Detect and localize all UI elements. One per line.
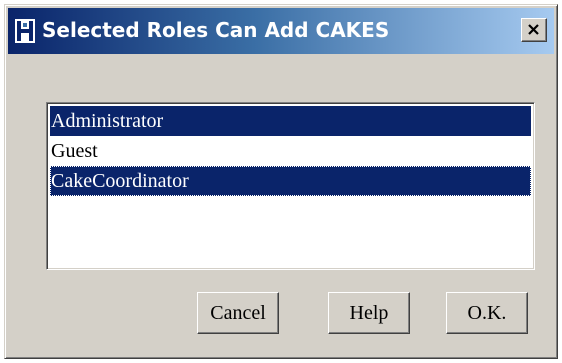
title-bar[interactable]: Selected Roles Can Add CAKES bbox=[8, 8, 554, 54]
list-item-cakecoordinator[interactable]: CakeCoordinator bbox=[50, 166, 531, 196]
dialog-window: Selected Roles Can Add CAKES Administrat… bbox=[4, 4, 558, 359]
help-button[interactable]: Help bbox=[328, 292, 410, 334]
ok-button[interactable]: O.K. bbox=[446, 292, 528, 334]
app-icon bbox=[15, 19, 35, 43]
cancel-button[interactable]: Cancel bbox=[197, 292, 279, 334]
list-item-administrator[interactable]: Administrator bbox=[50, 106, 531, 136]
close-button[interactable] bbox=[521, 18, 547, 42]
list-item-guest[interactable]: Guest bbox=[50, 136, 531, 166]
window-title: Selected Roles Can Add CAKES bbox=[42, 18, 390, 42]
roles-listbox[interactable]: Administrator Guest CakeCoordinator bbox=[46, 102, 535, 270]
